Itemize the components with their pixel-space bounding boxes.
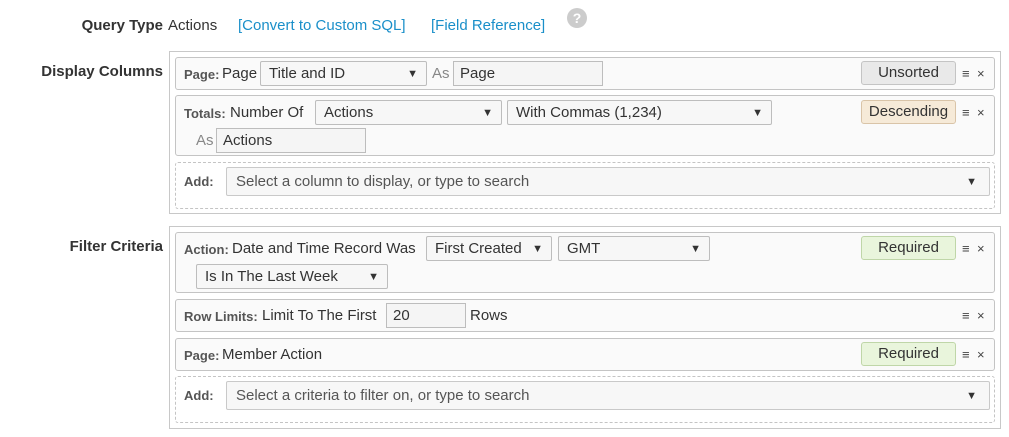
filter-criteria-label: Filter Criteria — [69, 238, 163, 255]
filter-type-label: Page: — [184, 348, 220, 363]
sort-toggle-button[interactable]: Descending — [861, 100, 956, 124]
remove-row-icon[interactable]: × — [977, 66, 985, 81]
required-toggle-button[interactable]: Required — [861, 236, 956, 260]
totals-field-select[interactable]: Actions ▼ — [315, 100, 502, 125]
chevron-down-icon: ▼ — [966, 390, 977, 402]
column-type-label: Totals: — [184, 106, 226, 121]
sort-toggle-button[interactable]: Unsorted — [861, 61, 956, 85]
remove-row-icon[interactable]: × — [977, 347, 985, 362]
remove-row-icon[interactable]: × — [977, 105, 985, 120]
chevron-down-icon: ▼ — [752, 107, 763, 119]
chevron-down-icon: ▼ — [966, 176, 977, 188]
required-toggle-button[interactable]: Required — [861, 342, 956, 366]
column-format-value: Title and ID — [269, 65, 346, 82]
column-alias-input[interactable]: Actions — [216, 128, 366, 153]
filter-field-name: Date and Time Record Was — [232, 240, 416, 257]
add-column-select[interactable]: Select a column to display, or type to s… — [226, 167, 990, 196]
as-label: As — [432, 65, 450, 82]
number-format-select[interactable]: With Commas (1,234) ▼ — [507, 100, 772, 125]
record-event-select[interactable]: First Created ▼ — [426, 236, 552, 261]
column-format-select[interactable]: Title and ID ▼ — [260, 61, 427, 86]
chevron-down-icon: ▼ — [690, 243, 701, 255]
add-column-placeholder: Select a column to display, or type to s… — [236, 173, 530, 190]
drag-handle-icon[interactable]: ≡ — [962, 105, 970, 120]
query-type-label: Query Type — [81, 17, 163, 34]
column-alias-input[interactable]: Page — [453, 61, 603, 86]
filter-field-name: Limit To The First — [262, 307, 377, 324]
drag-handle-icon[interactable]: ≡ — [962, 241, 970, 256]
as-label: As — [196, 132, 214, 149]
date-range-value: Is In The Last Week — [205, 268, 338, 285]
remove-row-icon[interactable]: × — [977, 241, 985, 256]
field-reference-link[interactable]: [Field Reference] — [431, 17, 545, 34]
record-event-value: First Created — [435, 240, 522, 257]
add-label: Add: — [184, 388, 214, 403]
add-filter-placeholder: Select a criteria to filter on, or type … — [236, 387, 530, 404]
filter-type-label: Row Limits: — [184, 309, 258, 324]
totals-field-value: Actions — [324, 104, 374, 121]
drag-handle-icon[interactable]: ≡ — [962, 347, 970, 362]
date-range-select[interactable]: Is In The Last Week ▼ — [196, 264, 388, 289]
column-type-label: Page: — [184, 67, 220, 82]
number-format-value: With Commas (1,234) — [516, 104, 662, 121]
timezone-select[interactable]: GMT ▼ — [558, 236, 710, 261]
remove-row-icon[interactable]: × — [977, 308, 985, 323]
chevron-down-icon: ▼ — [482, 107, 493, 119]
timezone-value: GMT — [567, 240, 601, 257]
column-name: Number Of — [230, 104, 304, 121]
add-label: Add: — [184, 174, 214, 189]
row-limit-input[interactable]: 20 — [386, 303, 466, 328]
column-name: Page — [222, 65, 258, 82]
filter-type-label: Action: — [184, 242, 229, 257]
drag-handle-icon[interactable]: ≡ — [962, 66, 970, 81]
chevron-down-icon: ▼ — [407, 68, 418, 80]
drag-handle-icon[interactable]: ≡ — [962, 308, 970, 323]
query-type-value: Actions — [168, 17, 218, 34]
add-filter-select[interactable]: Select a criteria to filter on, or type … — [226, 381, 990, 410]
filter-field-name: Member Action — [222, 346, 323, 363]
convert-to-custom-sql-link[interactable]: [Convert to Custom SQL] — [238, 17, 406, 34]
help-icon[interactable]: ? — [567, 8, 587, 28]
display-columns-label: Display Columns — [41, 63, 163, 80]
rows-suffix-label: Rows — [470, 307, 508, 324]
chevron-down-icon: ▼ — [532, 243, 543, 255]
chevron-down-icon: ▼ — [368, 271, 379, 283]
